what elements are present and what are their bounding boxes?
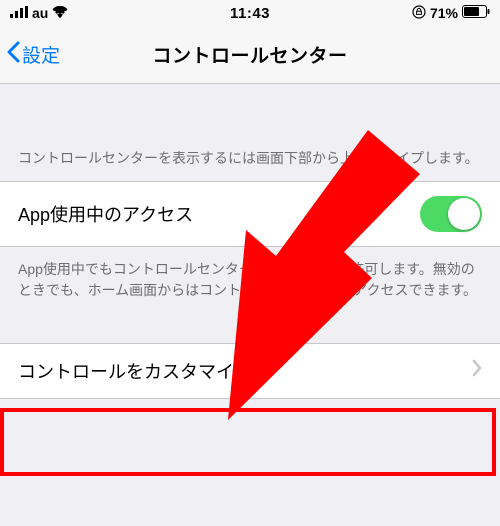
back-label: 設定 xyxy=(22,41,60,68)
orientation-lock-icon xyxy=(412,5,426,22)
status-bar-left: au xyxy=(10,5,68,21)
access-while-apps-toggle-row: App使用中のアクセス xyxy=(0,181,500,247)
nav-bar: 設定 コントロールセンター xyxy=(0,26,500,84)
customize-label: コントロールをカスタマイズ xyxy=(18,358,251,384)
carrier-label: au xyxy=(32,5,48,21)
status-bar-time: 11:43 xyxy=(230,5,270,22)
switch-knob xyxy=(448,198,480,230)
status-bar: au 11:43 71% xyxy=(0,0,500,26)
battery-icon xyxy=(462,5,490,21)
annotation-highlight-box xyxy=(0,408,496,476)
page-title: コントロールセンター xyxy=(152,41,347,68)
back-button[interactable]: 設定 xyxy=(0,41,60,69)
status-bar-right: 71% xyxy=(412,5,490,22)
battery-pct-label: 71% xyxy=(430,5,458,21)
signal-icon xyxy=(10,5,28,21)
toggle-label: App使用中のアクセス xyxy=(18,201,193,227)
customize-controls-row[interactable]: コントロールをカスタマイズ xyxy=(0,343,500,399)
access-while-apps-switch[interactable] xyxy=(420,196,482,232)
section-hint-1: コントロールセンターを表示するには画面下部から上にスワイプします。 xyxy=(0,136,500,181)
chevron-left-icon xyxy=(6,41,20,69)
wifi-icon xyxy=(52,5,68,21)
chevron-right-icon xyxy=(472,359,482,383)
section-hint-2: App使用中でもコントロールセンターへのアクセスを許可します。無効のときでも、ホ… xyxy=(0,247,500,313)
